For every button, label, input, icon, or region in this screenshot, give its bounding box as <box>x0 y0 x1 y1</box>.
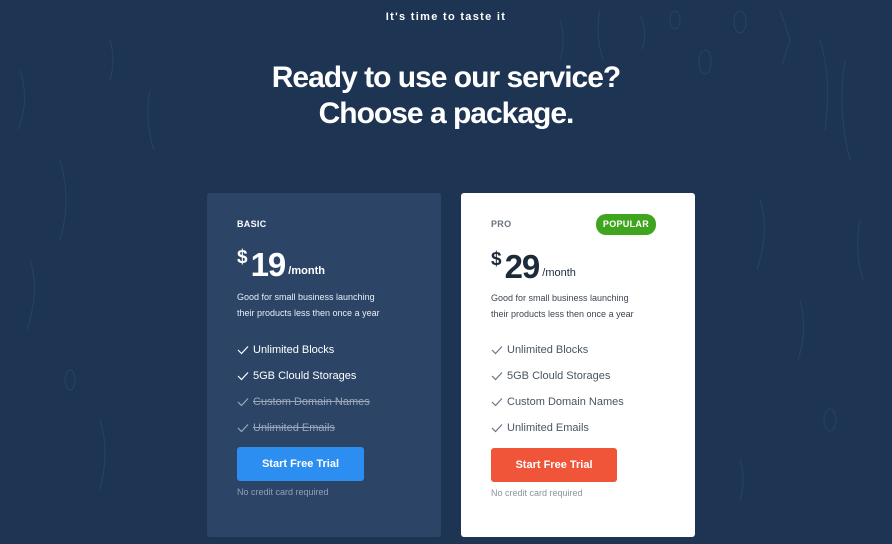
check-icon <box>491 346 503 355</box>
feature-label: Unlimited Blocks <box>507 344 589 356</box>
price-amount: 19 <box>250 246 287 283</box>
check-icon <box>237 346 249 355</box>
plan-description: Good for small business launching their … <box>237 289 417 321</box>
feature-list: Unlimited Blocks 5GB Clould Storages Cus… <box>491 337 624 441</box>
feature-item: Unlimited Blocks <box>237 337 370 363</box>
plan-price: $ 29 /month <box>491 248 576 286</box>
price-amount: 29 <box>504 248 541 285</box>
plan-description-line-1: Good for small business launching <box>491 293 629 303</box>
feature-item: 5GB Clould Storages <box>237 363 370 389</box>
plan-description-line-1: Good for small business launching <box>237 292 375 302</box>
start-free-trial-button[interactable]: Start Free Trial <box>491 448 617 482</box>
check-icon <box>237 372 249 381</box>
plan-description: Good for small business launching their … <box>491 290 671 322</box>
check-icon <box>491 424 503 433</box>
check-icon <box>237 424 249 433</box>
feature-label: 5GB Clould Storages <box>253 370 357 382</box>
plan-description-line-2: their products less then once a year <box>491 309 634 319</box>
feature-label: Unlimited Emails <box>507 422 589 434</box>
feature-item: Unlimited Blocks <box>491 337 624 363</box>
section-headline: Ready to use our service? Choose a packa… <box>0 60 892 132</box>
headline-line-2: Choose a package. <box>318 97 575 130</box>
headline-line-1: Ready to use our service? <box>271 61 621 94</box>
plan-description-line-2: their products less then once a year <box>237 308 380 318</box>
feature-label: Custom Domain Names <box>253 396 370 408</box>
feature-label: Custom Domain Names <box>507 396 624 408</box>
feature-label: Unlimited Emails <box>253 422 335 434</box>
feature-label: 5GB Clould Storages <box>507 370 611 382</box>
check-icon <box>491 372 503 381</box>
pricing-card-basic: BASIC $ 19 /month Good for small busines… <box>207 193 441 537</box>
feature-item-excluded: Custom Domain Names <box>237 389 370 415</box>
feature-item: Unlimited Emails <box>491 415 624 441</box>
check-icon <box>491 398 503 407</box>
feature-label: Unlimited Blocks <box>253 344 335 356</box>
no-credit-card-note: No credit card required <box>491 488 583 498</box>
plan-name: PRO <box>491 219 512 229</box>
price-currency: $ <box>237 247 248 268</box>
popular-badge: POPULAR <box>595 214 656 235</box>
section-eyebrow: It's time to taste it <box>385 11 507 23</box>
price-period: /month <box>542 267 576 279</box>
feature-item: 5GB Clould Storages <box>491 363 624 389</box>
feature-list: Unlimited Blocks 5GB Clould Storages Cus… <box>237 337 370 441</box>
no-credit-card-note: No credit card required <box>237 487 329 497</box>
pricing-card-pro: PRO POPULAR $ 29 /month Good for small b… <box>461 193 695 537</box>
feature-item-excluded: Unlimited Emails <box>237 415 370 441</box>
price-period: /month <box>288 265 325 277</box>
check-icon <box>237 398 249 407</box>
feature-item: Custom Domain Names <box>491 389 624 415</box>
plan-price: $ 19 /month <box>237 246 325 284</box>
price-currency: $ <box>491 249 502 270</box>
plan-name: BASIC <box>237 219 267 229</box>
start-free-trial-button[interactable]: Start Free Trial <box>237 447 364 481</box>
